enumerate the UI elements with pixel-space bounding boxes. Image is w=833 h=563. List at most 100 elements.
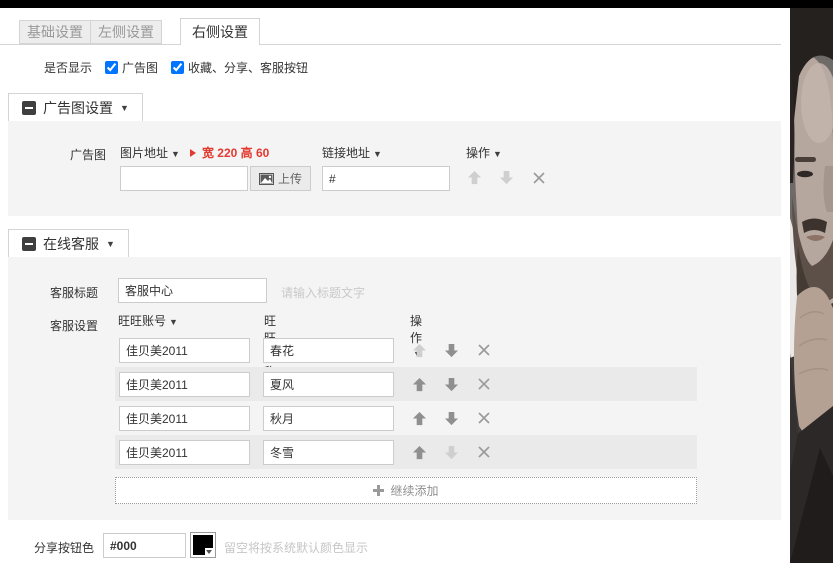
x-icon [478, 378, 490, 390]
arrow-up-icon [412, 377, 427, 392]
move-up-button[interactable] [411, 376, 428, 393]
move-up-button[interactable] [411, 342, 428, 359]
table-row [115, 401, 697, 435]
ad-row-label: 广告图 [70, 146, 106, 163]
service-section-panel: 客服标题 请输入标题文字 客服设置 旺旺账号▼ 旺旺昵称▼ 操作▼ [8, 257, 781, 520]
move-down-button[interactable] [443, 410, 460, 427]
x-icon [478, 446, 490, 458]
account-input[interactable] [119, 372, 250, 397]
fav-share-service-checkbox-option[interactable]: 收藏、分享、客服按钮 [171, 59, 308, 76]
color-swatch-fill [193, 535, 213, 555]
x-icon [478, 412, 490, 424]
ad-action-column-header[interactable]: 操作▼ [466, 144, 502, 161]
move-down-button[interactable] [443, 342, 460, 359]
table-row [115, 333, 697, 367]
fav-share-service-checkbox[interactable] [171, 61, 184, 74]
upload-button-label: 上传 [278, 170, 302, 187]
arrow-down-icon [444, 343, 459, 358]
display-row-label: 是否显示 [44, 59, 92, 76]
move-up-button[interactable] [466, 169, 483, 186]
image-url-column-label: 图片地址 [120, 146, 168, 160]
upload-button[interactable]: 上传 [250, 166, 311, 191]
color-swatch-picker[interactable] [190, 532, 216, 558]
x-icon [533, 172, 545, 184]
caret-down-icon: ▼ [171, 149, 180, 159]
delete-button[interactable] [530, 169, 547, 186]
ad-section-header[interactable]: 广告图设置 ▼ [8, 93, 143, 121]
arrow-up-icon [412, 445, 427, 460]
service-title-input[interactable] [118, 278, 267, 303]
image-size-hint: 宽 220 高 60 [190, 144, 269, 161]
service-settings-label: 客服设置 [50, 317, 98, 334]
account-column-label: 旺旺账号 [118, 314, 166, 328]
ad-row-actions [466, 169, 547, 186]
tab-left-settings[interactable]: 左侧设置 [90, 20, 162, 44]
ad-action-column-label: 操作 [466, 146, 490, 160]
service-section-title: 在线客服 [43, 234, 99, 254]
move-down-button[interactable] [443, 376, 460, 393]
background-photo [790, 8, 833, 563]
collapse-minus-icon[interactable] [22, 101, 36, 115]
image-url-column-header[interactable]: 图片地址▼ [120, 144, 180, 161]
arrow-up-icon [412, 411, 427, 426]
link-url-input[interactable] [322, 166, 450, 191]
table-row [115, 367, 697, 401]
arrow-down-icon [444, 377, 459, 392]
image-size-text: 宽 220 高 60 [202, 144, 269, 161]
collapse-minus-icon[interactable] [22, 237, 36, 251]
share-color-input[interactable] [103, 533, 186, 558]
tab-basic-settings[interactable]: 基础设置 [19, 20, 91, 44]
caret-down-icon: ▼ [493, 149, 502, 159]
image-icon [259, 173, 274, 185]
tab-divider [0, 44, 781, 45]
service-rows [115, 333, 697, 469]
nickname-input[interactable] [263, 406, 394, 431]
image-url-input[interactable] [120, 166, 248, 191]
arrow-down-icon [444, 445, 459, 460]
swatch-dropdown-icon [205, 548, 213, 555]
caret-down-icon: ▼ [373, 149, 382, 159]
account-column-header[interactable]: 旺旺账号▼ [118, 314, 178, 328]
delete-button[interactable] [475, 342, 492, 359]
account-input[interactable] [119, 440, 250, 465]
ad-section-panel: 广告图 图片地址▼ 宽 220 高 60 上传 [8, 121, 781, 216]
nickname-input[interactable] [263, 338, 394, 363]
top-black-bar [0, 0, 833, 8]
service-title-label: 客服标题 [50, 284, 98, 301]
ad-section-title: 广告图设置 [43, 98, 113, 118]
ad-image-checkbox-option[interactable]: 广告图 [105, 59, 158, 76]
nickname-input[interactable] [263, 440, 394, 465]
ad-image-checkbox[interactable] [105, 61, 118, 74]
move-down-button[interactable] [443, 444, 460, 461]
delete-button[interactable] [475, 376, 492, 393]
tab-right-settings[interactable]: 右侧设置 [180, 18, 260, 45]
caret-down-icon: ▼ [120, 103, 129, 113]
account-input[interactable] [119, 406, 250, 431]
arrow-right-icon [190, 149, 196, 157]
caret-down-icon: ▼ [169, 317, 178, 327]
x-icon [478, 344, 490, 356]
nickname-input[interactable] [263, 372, 394, 397]
plus-icon [373, 485, 384, 496]
add-more-button-label: 继续添加 [390, 482, 438, 499]
add-more-button[interactable]: 继续添加 [115, 477, 697, 504]
settings-screen: 基础设置 左侧设置 右侧设置 是否显示 广告图 收藏、分享、客服按钮 广告图设置… [0, 0, 833, 563]
arrow-up-icon [412, 343, 427, 358]
delete-button[interactable] [475, 444, 492, 461]
arrow-down-icon [499, 170, 514, 185]
move-down-button[interactable] [498, 169, 515, 186]
service-section-header[interactable]: 在线客服 ▼ [8, 229, 129, 257]
arrow-down-icon [444, 411, 459, 426]
table-row [115, 435, 697, 469]
share-color-label: 分享按钮色 [34, 539, 94, 556]
move-up-button[interactable] [411, 410, 428, 427]
service-title-hint: 请输入标题文字 [281, 284, 365, 301]
share-color-hint: 留空将按系统默认颜色显示 [224, 539, 368, 556]
account-input[interactable] [119, 338, 250, 363]
link-url-column-header[interactable]: 链接地址▼ [322, 144, 382, 161]
move-up-button[interactable] [411, 444, 428, 461]
link-url-column-label: 链接地址 [322, 146, 370, 160]
ad-image-checkbox-label: 广告图 [122, 59, 158, 76]
delete-button[interactable] [475, 410, 492, 427]
display-toggle-row: 是否显示 广告图 收藏、分享、客服按钮 [44, 57, 308, 77]
